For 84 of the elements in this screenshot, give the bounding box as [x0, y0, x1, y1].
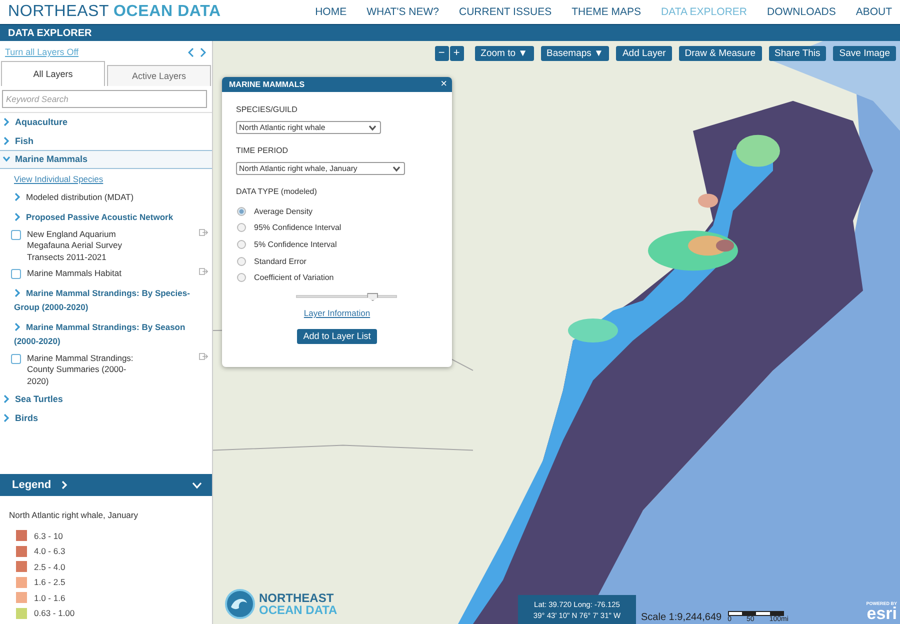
map-tool-button[interactable]: Save Image — [833, 46, 896, 61]
chevron-right-icon — [14, 213, 21, 222]
chevron-down-icon[interactable] — [192, 482, 202, 488]
layer-information-link[interactable]: Layer Information — [304, 308, 370, 318]
opacity-slider[interactable] — [296, 294, 397, 298]
radio-button[interactable] — [237, 273, 246, 282]
logo-text: NORTHEAST OCEAN DATA — [259, 592, 338, 616]
legend-label: 6.3 - 10 — [34, 530, 63, 541]
map-tool-button[interactable]: Add Layer — [616, 46, 672, 61]
radio-label: Standard Error — [254, 256, 306, 266]
layers-tab[interactable]: All Layers — [1, 61, 105, 86]
radio-button[interactable] — [237, 256, 246, 266]
nav-link[interactable]: HOME — [315, 6, 347, 18]
chevron-down-icon — [3, 155, 10, 164]
legend-layer-name: North Atlantic right whale, January — [9, 510, 139, 520]
layer-category[interactable]: Fish — [0, 132, 212, 150]
nav-link[interactable]: WHAT'S NEW? — [366, 6, 439, 18]
map-tool-button[interactable]: Share This — [768, 46, 826, 61]
slider-thumb[interactable] — [367, 292, 378, 301]
legend-label: 4.0 - 6.3 — [34, 546, 66, 556]
chevron-right-icon — [3, 414, 10, 422]
layer-label: Marine Mammals Habitat — [27, 268, 122, 280]
layer-category[interactable]: Sea Turtles — [0, 390, 212, 408]
chevron-right-icon[interactable] — [200, 48, 206, 56]
radio-button[interactable] — [237, 206, 246, 216]
scale-bar — [728, 611, 784, 616]
legend-label: 0.63 - 1.00 — [34, 608, 75, 618]
layer-category[interactable]: Aquaculture — [0, 113, 212, 132]
nav-link[interactable]: DOWNLOADS — [766, 6, 836, 18]
layer-category[interactable]: Marine Mammals — [0, 150, 212, 168]
layer-group[interactable]: Marine Mammal Strandings: By Species-Group (2000-2020) — [0, 282, 212, 316]
layer-label: New England Aquarium Megafauna Aerial Survey Transects 2011-2021 — [27, 228, 123, 263]
legend-label: 1.6 - 2.5 — [34, 577, 66, 588]
field-label: TIME PERIOD — [236, 146, 290, 155]
radio-button[interactable] — [237, 223, 246, 232]
popup-title: MARINE MAMMALS — [229, 80, 305, 89]
close-button[interactable]: × — [440, 79, 447, 90]
layer-group[interactable]: Proposed Passive Acoustic Network — [0, 206, 212, 226]
layer-group[interactable]: Modeled distribution (MDAT) — [0, 186, 212, 206]
map-tool-button[interactable]: Zoom to ▼ — [474, 46, 534, 61]
radio-button[interactable] — [237, 240, 246, 249]
radio-label: Coefficient of Variation — [254, 273, 334, 282]
keyword-search-field[interactable]: Keyword Search — [2, 90, 207, 108]
chevron-down-icon — [393, 164, 400, 172]
layer-checkbox[interactable] — [11, 354, 21, 364]
map-tool-button[interactable]: Basemaps ▼ — [540, 46, 610, 61]
radio-label: 95% Confidence Interval — [254, 223, 342, 232]
chevron-right-icon — [61, 481, 68, 489]
chevron-down-icon — [369, 124, 376, 132]
add-to-map-icon[interactable] — [199, 352, 208, 360]
view-species-link[interactable]: View Individual Species — [14, 174, 104, 184]
nav-link[interactable]: CURRENT ISSUES — [459, 6, 552, 18]
zoom-button[interactable]: − — [434, 46, 449, 61]
layers-tab[interactable]: Active Layers — [107, 65, 211, 86]
chevron-right-icon — [3, 118, 10, 126]
layer-label: Marine Mammal Strandings: County Summaries (2000-2020) — [27, 352, 134, 387]
legend-label: 1.0 - 1.6 — [34, 592, 66, 603]
field-label: DATA TYPE (modeled) — [236, 187, 318, 196]
chevron-left-icon[interactable] — [188, 48, 194, 56]
chevron-right-icon — [14, 323, 21, 332]
page-title-bar: DATA EXPLORER — [0, 24, 900, 41]
chevron-right-icon — [3, 136, 10, 145]
legend-bar[interactable]: Legend — [0, 474, 212, 496]
layer-checkbox[interactable] — [11, 269, 21, 279]
scale-text: Scale 1:9,244,649 — [641, 612, 722, 623]
wave-logo-icon — [225, 589, 255, 619]
add-to-map-icon[interactable] — [199, 268, 208, 275]
nav-link[interactable]: THEME MAPS — [572, 6, 642, 18]
layer-group[interactable]: Marine Mammal Strandings: By Season (2000-2020) — [0, 316, 212, 350]
zoom-button[interactable]: + — [450, 46, 464, 61]
brand-logo[interactable]: NORTHEAST OCEAN DATA — [8, 3, 221, 21]
add-to-layer-list-button[interactable]: Add to Layer List — [297, 328, 377, 344]
field-label: SPECIES/GUILD — [236, 105, 298, 114]
chevron-right-icon — [14, 289, 21, 298]
nav-link[interactable]: ABOUT — [856, 6, 892, 18]
layer-category[interactable]: Birds — [0, 408, 212, 427]
radio-label: Average Density — [254, 206, 313, 216]
legend-label: 2.5 - 4.0 — [34, 562, 66, 572]
chevron-right-icon — [3, 395, 10, 404]
chevron-right-icon — [14, 193, 21, 202]
layer-checkbox[interactable] — [11, 230, 21, 240]
map-tool-button[interactable]: Draw & Measure — [678, 46, 762, 61]
add-to-map-icon[interactable] — [199, 228, 208, 236]
radio-label: 5% Confidence Interval — [254, 240, 337, 249]
